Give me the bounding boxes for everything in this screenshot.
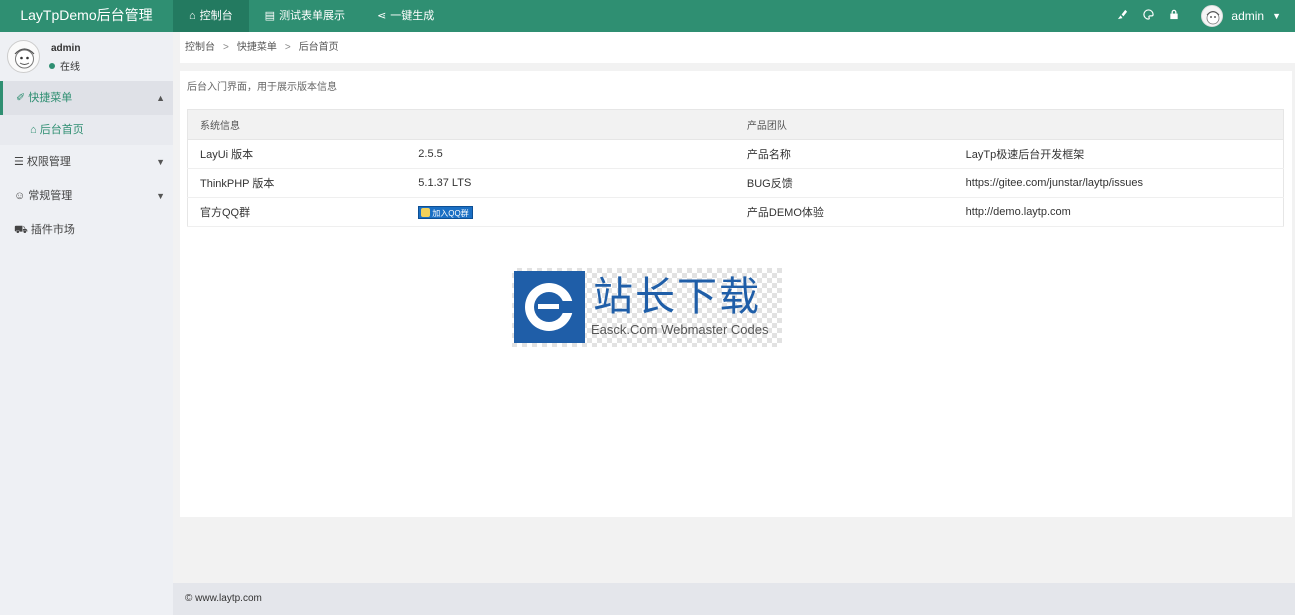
table-cell: BUG反馈 [734,168,954,198]
qq-icon [421,207,431,217]
table-cell: 产品DEMO体验 [734,197,954,227]
chevron-down-icon: ▼ [156,157,165,167]
sidebar-user-panel: admin 在线 [0,32,173,81]
sidebar-item-general[interactable]: ☺ 常规管理 ▼ [0,179,173,213]
table-cell: LayTp极速后台开发框架 [953,139,1284,169]
sidebar: admin 在线 ✐ 快捷菜单 ▲ ⌂ 后台首页 ☰ 权限管理 ▼ ☺ 常规管理… [0,32,173,615]
watermark: 站长下载 Easck.Com Webmaster Codes [512,268,782,347]
sidebar-subitem-home[interactable]: ⌂ 后台首页 [0,115,173,145]
status-dot-icon [49,62,55,69]
table-cell[interactable]: http://demo.laytp.com [953,197,1284,227]
avatar [7,40,40,73]
top-header: LayTpDemo后台管理 ⌂ 控制台 ▤ 测试表单展示 ⋖ 一键生成 admi [0,0,1295,32]
nav-form-demo-label: 测试表单展示 [279,10,346,22]
top-nav: ⌂ 控制台 ▤ 测试表单展示 ⋖ 一键生成 [173,0,450,32]
form-icon: ▤ [264,10,276,22]
online-status: 在线 [49,58,80,73]
sidebar-item-plugins[interactable]: ⛟ 插件市场 [0,213,173,247]
watermark-subtitle: Easck.Com Webmaster Codes [591,322,769,337]
home-icon: ⌂ [30,124,37,136]
top-right-tools: admin ▼ [1109,0,1295,32]
table-cell[interactable]: https://gitee.com/junstar/laytp/issues [953,168,1284,198]
watermark-logo-icon [514,271,585,343]
intro-text: 后台入门界面，用于展示版本信息 [187,82,337,93]
share-icon: ⋖ [377,10,387,22]
nav-dashboard[interactable]: ⌂ 控制台 [173,0,249,32]
table-cell: ThinkPHP 版本 [187,168,407,198]
breadcrumb-item[interactable]: 快捷菜单 [237,32,277,63]
table-row: ThinkPHP 版本 5.1.37 LTS BUG反馈 https://git… [187,168,1284,198]
sidebar-subitem-label: 后台首页 [39,124,84,136]
chevron-up-icon: ▲ [156,93,165,103]
sidebar-item-permissions[interactable]: ☰ 权限管理 ▼ [0,145,173,179]
table-header: 系统信息 [187,109,735,140]
avatar [1201,5,1224,27]
info-table: 系统信息 产品团队 LayUi 版本 2.5.5 产品名称 LayTp极速后台开… [187,109,1284,227]
sidebar-item-label: 快捷菜单 [28,92,73,104]
chevron-down-icon: ▼ [1272,11,1281,21]
table-cell: 加入QQ群 [406,197,735,227]
user-name: admin [1231,9,1265,23]
table-cell: 产品名称 [734,139,954,169]
user-menu[interactable]: admin ▼ [1201,5,1281,27]
breadcrumb-item-current: 后台首页 [298,42,339,53]
palette-icon[interactable] [1135,9,1161,23]
sidebar-user-name: admin [51,43,81,54]
breadcrumb-separator: > [284,42,291,53]
chevron-down-icon: ▼ [156,191,165,201]
breadcrumb-separator: > [223,42,229,53]
sidebar-item-label: 常规管理 [28,190,73,202]
sidebar-item-label: 插件市场 [30,224,75,236]
table-cell: 5.1.37 LTS [406,168,735,198]
nav-generate-label: 一键生成 [390,10,435,22]
list-icon: ☰ [14,156,24,168]
broom-icon[interactable] [1109,9,1135,23]
cart-icon: ⛟ [14,224,28,236]
table-cell: 官方QQ群 [187,197,407,227]
nav-generate[interactable]: ⋖ 一键生成 [361,0,450,32]
app-logo[interactable]: LayTpDemo后台管理 [0,0,173,32]
breadcrumb: 控制台 > 快捷菜单 > 后台首页 [180,32,1295,63]
nav-form-demo[interactable]: ▤ 测试表单展示 [249,0,361,32]
nav-dashboard-label: 控制台 [199,10,233,22]
table-row: LayUi 版本 2.5.5 产品名称 LayTp极速后台开发框架 [187,139,1284,169]
status-label: 在线 [60,62,80,73]
lock-icon[interactable] [1161,9,1187,23]
home-icon: ⌂ [189,10,196,22]
smile-icon: ☺ [14,190,26,202]
send-icon: ✐ [16,92,26,104]
footer: © www.laytp.com [173,583,1295,615]
breadcrumb-item[interactable]: 控制台 [185,32,215,63]
table-row: 官方QQ群 加入QQ群 产品DEMO体验 http://demo.laytp.c… [187,197,1284,227]
table-cell: LayUi 版本 [187,139,407,169]
table-cell: 2.5.5 [406,139,735,169]
sidebar-item-label: 权限管理 [26,156,71,168]
watermark-title: 站长下载 [593,274,761,320]
join-qq-group-label: 加入QQ群 [432,208,469,218]
join-qq-group-button[interactable]: 加入QQ群 [418,205,473,219]
side-menu: ✐ 快捷菜单 ▲ ⌂ 后台首页 ☰ 权限管理 ▼ ☺ 常规管理 ▼ ⛟ 插件市场 [0,81,173,247]
table-header: 产品团队 [734,109,1284,140]
sidebar-item-shortcuts[interactable]: ✐ 快捷菜单 ▲ [0,81,173,115]
table-header-row: 系统信息 产品团队 [187,109,1284,140]
